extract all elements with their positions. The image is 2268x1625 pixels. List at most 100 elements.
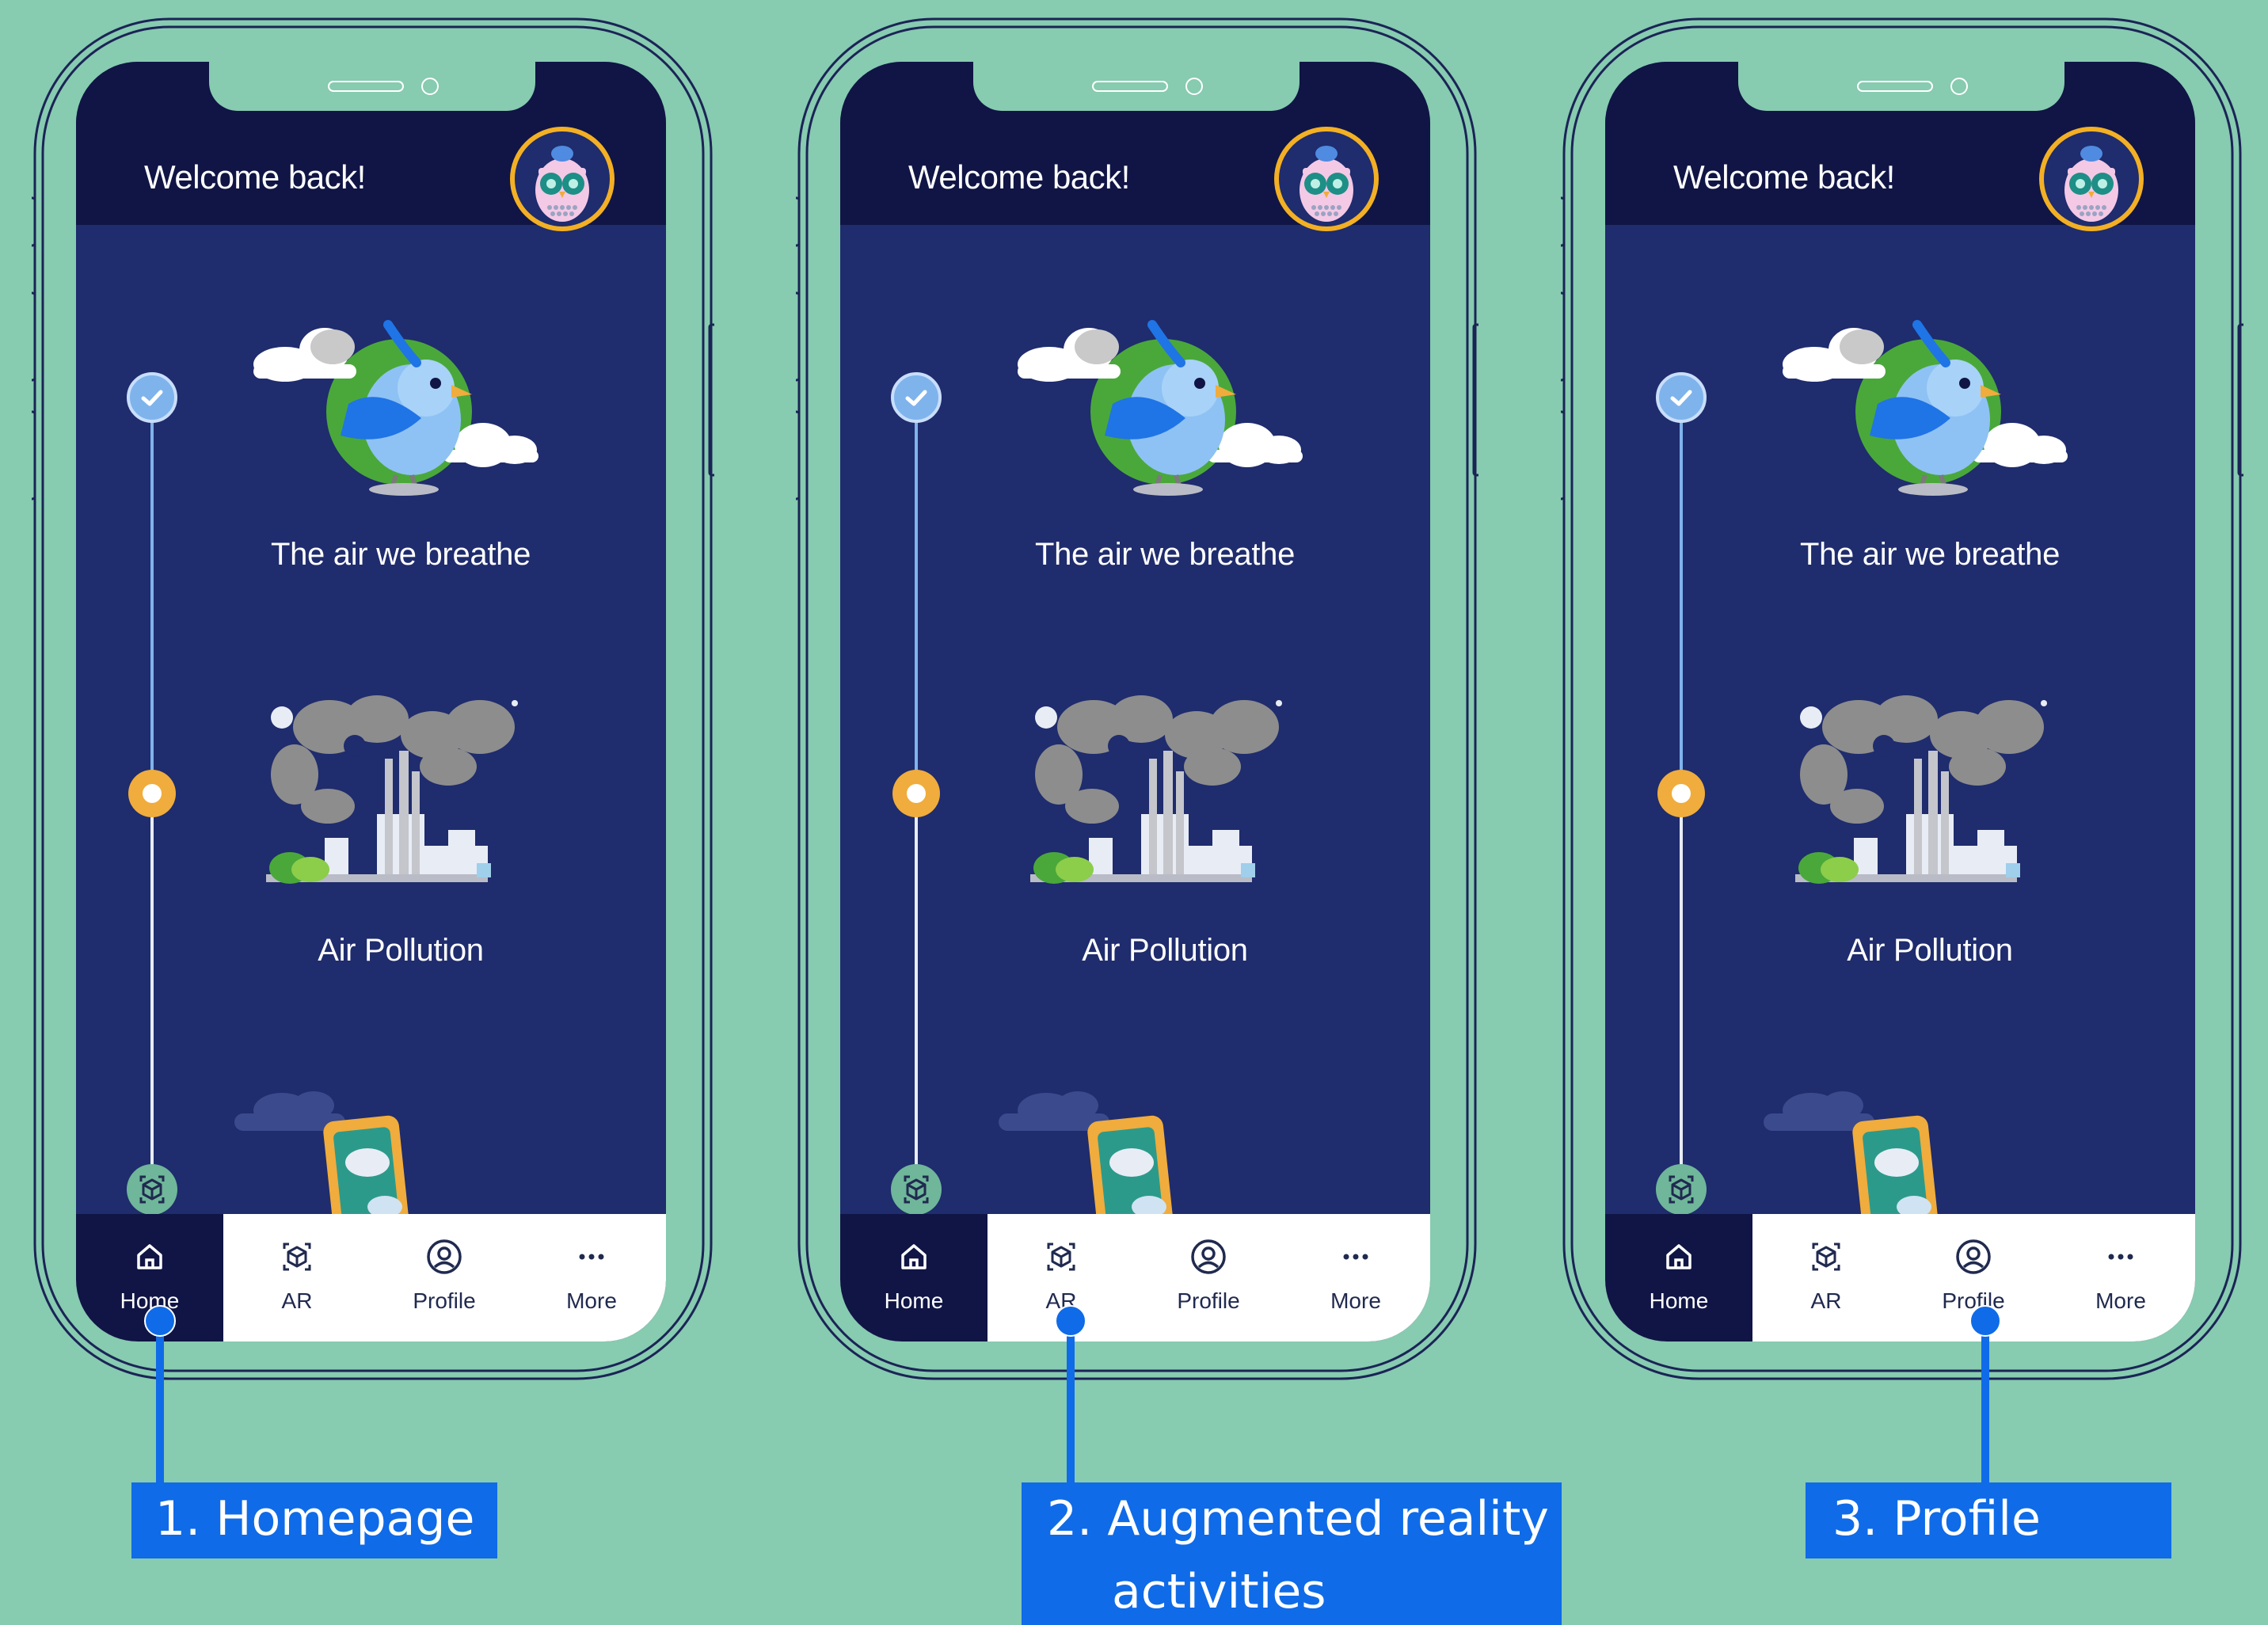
bottom-navigation: Home AR Profile More [840,1214,1430,1341]
current-dot [907,784,926,803]
user-avatar[interactable] [2039,127,2144,231]
check-icon [1670,390,1692,406]
camera-icon [1185,78,1203,95]
nav-label: More [566,1288,617,1313]
phone-screen: Welcome back! The air we breathe Air Pol… [1605,62,2195,1341]
profile-circle-icon [1191,1239,1226,1274]
profile-circle-icon [427,1239,462,1274]
nav-label: Home [1649,1288,1709,1313]
nav-more[interactable]: More [2047,1214,2194,1341]
nav-label: AR [281,1288,313,1313]
factory-illustration [1795,695,2047,884]
home-icon [137,1244,162,1269]
nav-label: Home [884,1288,944,1313]
callout-pointer-line [1981,1318,1989,1487]
bird-illustration [1783,320,2068,496]
ar-phone-illustration [999,1091,1173,1218]
user-avatar[interactable] [1274,127,1379,231]
ar-cube-icon [904,1175,929,1204]
speaker-icon [1857,81,1933,92]
phone-notch [1738,62,2064,111]
lesson-node-current[interactable] [128,770,176,817]
speaker-icon [1092,81,1168,92]
welcome-message: Welcome back! [144,158,366,196]
lesson-title[interactable]: The air we breathe [1724,537,2136,573]
phone-mockup: Welcome back! The air we breathe Air Pol… [32,16,714,1382]
nav-more[interactable]: More [518,1214,665,1341]
callout-text-line2: activities [1112,1564,1326,1619]
more-dots-icon [2108,1254,2133,1260]
callout-number: 3. [1832,1491,1878,1547]
phone-screen: Welcome back! The air we breathe Air Pol… [76,62,666,1341]
check-icon [905,390,927,406]
phone-screen: Welcome back! The air we breathe Air Pol… [840,62,1430,1341]
ar-cube-icon [139,1175,165,1204]
user-avatar[interactable] [510,127,615,231]
lesson-node-current[interactable] [892,770,940,817]
home-icon [1666,1244,1691,1269]
check-icon [141,390,163,406]
lesson-node-ar[interactable] [1656,1164,1707,1215]
lesson-node-completed[interactable] [127,372,177,423]
lesson-title[interactable]: Air Pollution [1724,933,2136,969]
welcome-message: Welcome back! [1673,158,1895,196]
lesson-node-current[interactable] [1657,770,1705,817]
nav-home[interactable]: Home [1605,1214,1752,1341]
nav-more[interactable]: More [1282,1214,1429,1341]
ar-cube-icon [283,1243,311,1271]
nav-profile[interactable]: Profile [371,1214,518,1341]
callout-pointer-dot [1055,1305,1086,1337]
nav-label: Profile [1177,1288,1240,1313]
speaker-icon [328,81,404,92]
lesson-node-ar[interactable] [891,1164,942,1215]
progress-rail-completed [1680,394,1683,774]
phone-mockup: Welcome back! The air we breathe Air Pol… [796,16,1478,1382]
progress-rail-completed [915,394,918,774]
nav-home[interactable]: Home [840,1214,987,1341]
ar-phone-illustration [1764,1091,1938,1218]
lesson-node-ar[interactable] [127,1164,177,1215]
welcome-message: Welcome back! [908,158,1130,196]
nav-label: Profile [413,1288,476,1313]
lesson-title[interactable]: The air we breathe [195,537,607,573]
phone-notch [973,62,1300,111]
more-dots-icon [1343,1254,1368,1260]
callout-number: 2. [1047,1491,1093,1547]
nav-profile[interactable]: Profile [1135,1214,1282,1341]
callout-pointer-line [1067,1318,1075,1487]
nav-ar[interactable]: AR [1752,1214,1900,1341]
owl-avatar-icon [2064,146,2118,222]
camera-icon [1950,78,1968,95]
lesson-title[interactable]: The air we breathe [959,537,1371,573]
callout-pointer-dot [1969,1305,2001,1337]
ar-cube-icon [1669,1175,1694,1204]
callout-ar-activities: 2. Augmented reality activities [1022,1482,1562,1625]
home-icon [901,1244,927,1269]
callout-profile: 3. Profile [1806,1482,2171,1558]
nav-label: AR [1810,1288,1842,1313]
current-dot [1672,784,1691,803]
nav-label: More [1330,1288,1381,1313]
callout-homepage: 1. Homepage [131,1482,497,1558]
bottom-navigation: Home AR Profile More [1605,1214,2195,1341]
callout-pointer-line [156,1318,164,1487]
bird-illustration [253,320,538,496]
nav-ar[interactable]: AR [223,1214,371,1341]
lesson-title[interactable]: Air Pollution [959,933,1371,969]
callout-text: Augmented reality [1107,1491,1549,1547]
lesson-node-completed[interactable] [1656,372,1707,423]
lesson-title[interactable]: Air Pollution [195,933,607,969]
callout-pointer-dot [144,1305,176,1337]
factory-illustration [1030,695,1282,884]
owl-avatar-icon [1300,146,1353,222]
nav-label: More [2095,1288,2146,1313]
ar-cube-icon [1047,1243,1075,1271]
lesson-node-completed[interactable] [891,372,942,423]
ar-cube-icon [1812,1243,1840,1271]
owl-avatar-icon [535,146,589,222]
factory-illustration [266,695,518,884]
bird-illustration [1018,320,1303,496]
callout-text: Profile [1893,1491,2041,1547]
phone-notch [209,62,535,111]
callout-text: Homepage [215,1491,475,1547]
